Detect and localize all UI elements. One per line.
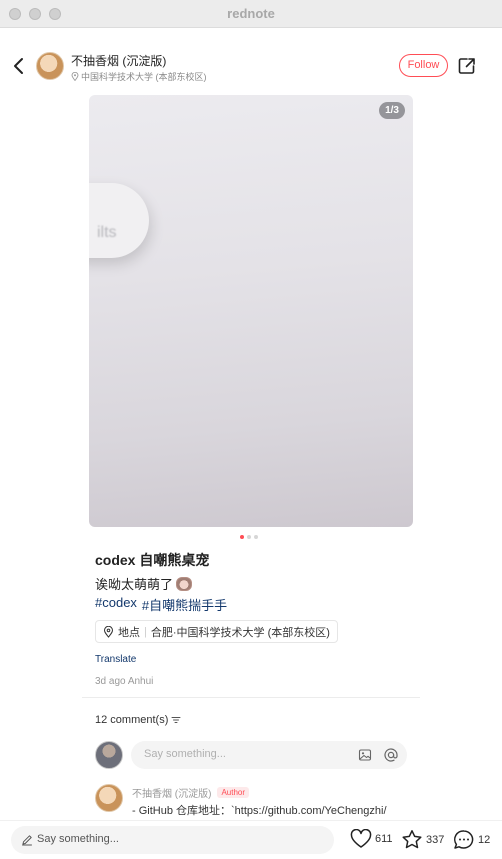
- comment-input[interactable]: [144, 748, 344, 760]
- author-avatar[interactable]: [36, 52, 64, 80]
- like-count: 611: [375, 833, 393, 845]
- author-location-text: 中国科学技术大学 (本部东校区): [81, 72, 207, 82]
- blurred-ui-element: [89, 183, 149, 258]
- bottom-action-bar: 611 337 12: [0, 820, 502, 859]
- current-user-avatar: [95, 741, 123, 769]
- comments-count-text: 12 comment(s): [95, 714, 169, 726]
- comment-input-box[interactable]: [131, 741, 407, 769]
- post-header: 不抽香烟 (沉淀版) 中国科学技术大学 (本部东校区) Follow: [0, 44, 502, 88]
- carousel-pagination: [240, 535, 258, 539]
- share-icon[interactable]: [457, 56, 477, 76]
- pagination-dot[interactable]: [247, 535, 251, 539]
- sort-icon[interactable]: [171, 716, 181, 724]
- translate-link[interactable]: Translate: [95, 654, 136, 665]
- post-tags: #codex #自嘲熊揣手手: [95, 595, 227, 614]
- commenter-name-row: 不抽香烟 (沉淀版) Author: [132, 785, 250, 800]
- chip-separator: |: [144, 625, 147, 638]
- location-pin-icon: [103, 625, 114, 638]
- bottom-comment-box[interactable]: [11, 826, 334, 854]
- favorite-button[interactable]: 337: [401, 829, 444, 850]
- comment-bubble-icon: [454, 830, 474, 849]
- pagination-dot[interactable]: [254, 535, 258, 539]
- commenter-avatar[interactable]: [95, 784, 123, 812]
- blurred-text: ilts: [97, 224, 117, 241]
- post-title: codex 自嘲熊桌宠: [95, 552, 210, 568]
- comment-text: - GitHub 仓库地址：`https://github.com/YeChen…: [132, 805, 387, 817]
- follow-button[interactable]: Follow: [399, 54, 448, 77]
- comments-count[interactable]: 12 comment(s): [95, 714, 181, 726]
- location-pin-icon: [71, 72, 79, 81]
- heart-icon: [350, 829, 372, 848]
- comment-count: 12: [478, 833, 491, 846]
- hashtag-link[interactable]: #codex: [95, 595, 137, 614]
- hashtag-link[interactable]: #自嘲熊揣手手: [142, 595, 227, 614]
- star-icon: [402, 830, 422, 849]
- bear-sticker-icon: [176, 576, 193, 591]
- image-icon[interactable]: [358, 748, 372, 762]
- author-location: 中国科学技术大学 (本部东校区): [71, 70, 207, 83]
- post-image-carousel[interactable]: ilts 1/3: [89, 95, 413, 527]
- section-divider: [82, 697, 420, 698]
- pencil-icon: [22, 835, 32, 846]
- location-chip[interactable]: 地点 | 合肥·中国科学技术大学 (本部东校区): [95, 620, 338, 643]
- back-arrow-icon[interactable]: [10, 54, 28, 78]
- author-name[interactable]: 不抽香烟 (沉淀版): [71, 52, 166, 69]
- commenter-name[interactable]: 不抽香烟 (沉淀版): [132, 785, 211, 800]
- mention-icon[interactable]: [383, 747, 399, 763]
- post-description: 诶呦太萌萌了: [95, 574, 193, 593]
- window-titlebar: rednote: [0, 0, 502, 28]
- bottom-comment-input[interactable]: [37, 833, 317, 845]
- like-button[interactable]: 611: [350, 829, 393, 849]
- post-description-text: 诶呦太萌萌了: [95, 577, 174, 592]
- location-chip-label: 地点: [118, 626, 140, 639]
- comment-item: 不抽香烟 (沉淀版) Author - GitHub 仓库地址：`https:/…: [95, 784, 425, 819]
- author-badge: Author: [217, 787, 250, 798]
- favorite-count: 337: [426, 833, 445, 846]
- post-meta: 3d ago Anhui: [95, 676, 154, 687]
- location-chip-value: 合肥·中国科学技术大学 (本部东校区): [150, 626, 330, 639]
- pagination-dot[interactable]: [240, 535, 244, 539]
- comment-button[interactable]: 12: [453, 829, 490, 850]
- image-counter-badge: 1/3: [379, 102, 405, 119]
- window-title: rednote: [227, 6, 275, 21]
